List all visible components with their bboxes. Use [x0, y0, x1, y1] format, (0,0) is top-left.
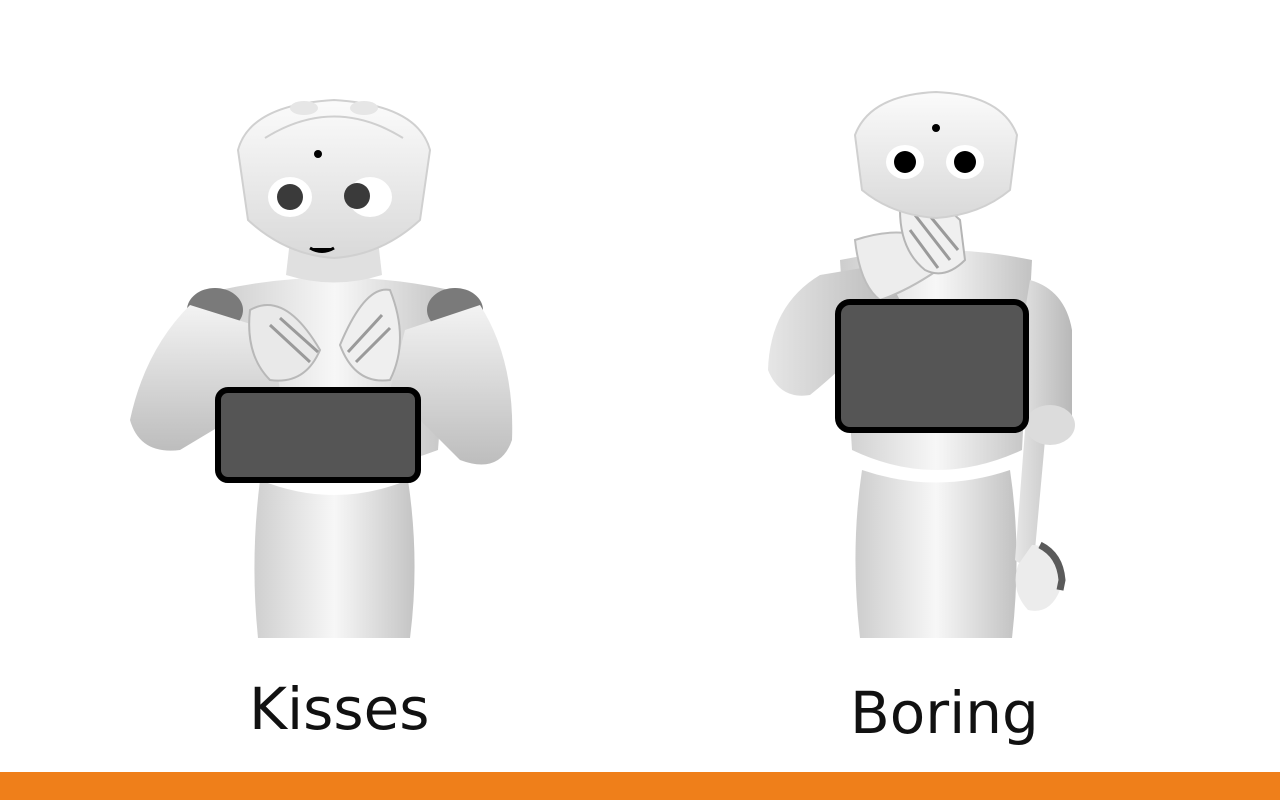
robot-boring-icon	[768, 90, 1075, 638]
slide: Kisses Boring	[0, 0, 1280, 800]
robot-kisses-icon	[130, 98, 513, 638]
caption-boring: Boring	[850, 679, 1039, 747]
robot-boring-figure	[760, 90, 1090, 640]
robot-kisses-figure	[120, 90, 520, 640]
caption-kisses: Kisses	[249, 675, 430, 743]
accent-bar	[0, 772, 1280, 800]
